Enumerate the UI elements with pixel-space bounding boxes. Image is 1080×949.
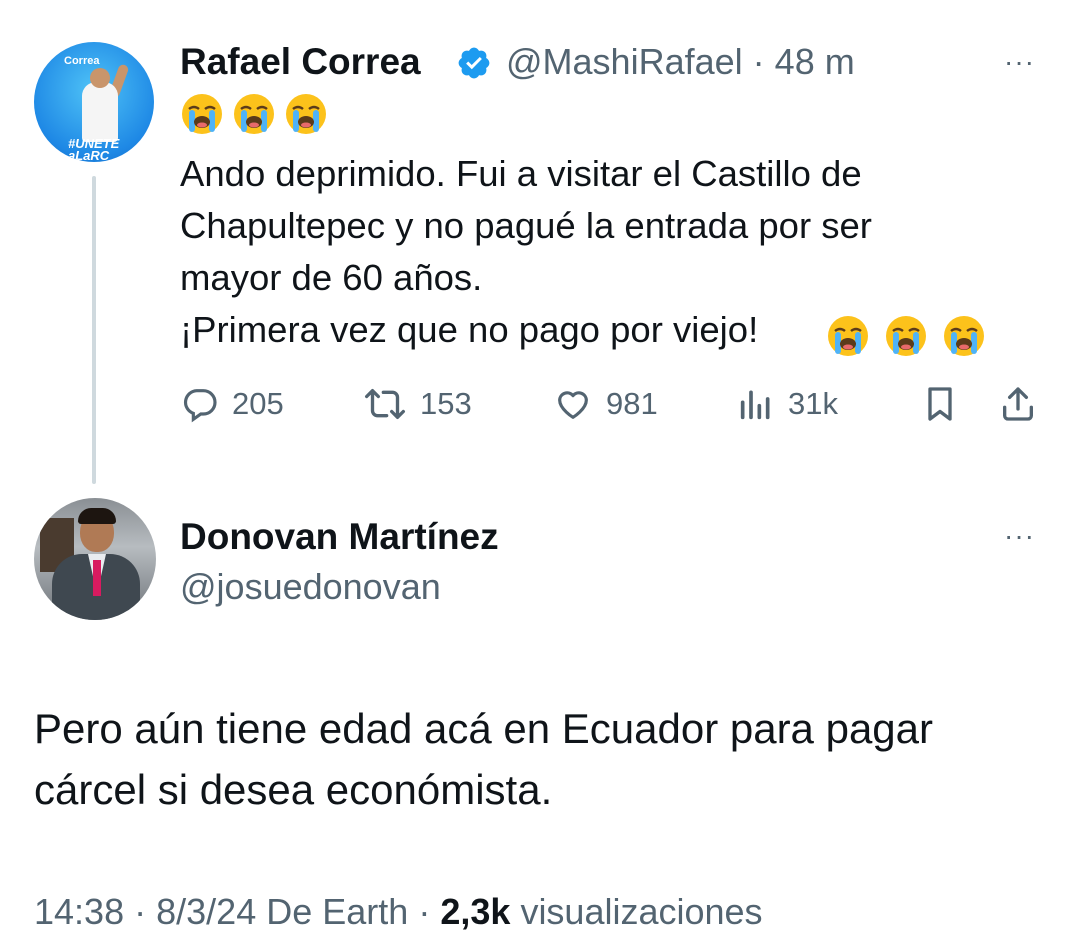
tweet-handle[interactable]: @MashiRafael <box>506 41 743 82</box>
repost-count: 153 <box>420 386 472 421</box>
reply-handle[interactable]: @josuedonovan <box>180 565 441 609</box>
bookmark-icon[interactable] <box>920 384 960 424</box>
reply-more-options-icon[interactable]: ··· <box>1004 522 1035 550</box>
reply-count: 205 <box>232 386 284 421</box>
handle-time-separator: · <box>752 41 765 82</box>
avatar-hashtag-text: #UNETE aLaRC <box>68 136 120 162</box>
repost-button[interactable]: 153 <box>362 380 472 428</box>
tweet-handle-time[interactable]: @MashiRafael · 48 m <box>506 40 855 84</box>
reply-views-label[interactable]: visualizaciones <box>520 891 762 932</box>
loudly-crying-face-icon <box>828 316 868 356</box>
views-button[interactable]: 31k <box>736 380 838 428</box>
views-icon <box>740 390 770 420</box>
share-icon[interactable] <box>998 384 1038 424</box>
loudly-crying-face-icon <box>286 94 326 134</box>
views-count: 31k <box>788 386 838 421</box>
like-count: 981 <box>606 386 658 421</box>
tweet-more-options-icon[interactable]: ··· <box>1004 48 1035 76</box>
reply-body-text: Pero aún tiene edad acá en Ecuador para … <box>34 705 934 813</box>
reply-time[interactable]: 14:38 <box>34 891 124 932</box>
like-button[interactable]: 981 <box>552 380 658 428</box>
tweet-action-bar: 205 153 981 31k <box>180 380 1050 428</box>
tweet-timestamp[interactable]: 48 m <box>775 41 855 82</box>
verified-badge-icon <box>458 47 490 79</box>
meta-separator: · <box>418 891 431 932</box>
like-icon <box>558 391 588 419</box>
tweet-author-name[interactable]: Rafael Correa <box>180 40 421 84</box>
loudly-crying-face-icon <box>944 316 984 356</box>
reply-views-count[interactable]: 2,3k <box>440 891 510 932</box>
avatar-logo-text: Correa <box>64 55 100 67</box>
reply-date[interactable]: 8/3/24 <box>156 891 256 932</box>
loudly-crying-face-icon <box>234 94 274 134</box>
repost-icon <box>364 389 405 419</box>
reply-metadata: 14:38 · 8/3/24 De Earth · 2,3k visualiza… <box>34 890 763 934</box>
meta-separator: · <box>134 891 147 932</box>
reply-source: De Earth <box>266 891 409 932</box>
reply-icon <box>183 389 217 423</box>
lead-emoji-row <box>180 92 328 136</box>
reply-button[interactable]: 205 <box>180 380 284 428</box>
rafael-correa-avatar[interactable]: Correa #UNETE aLaRC <box>34 42 154 162</box>
reply-author-name[interactable]: Donovan Martínez <box>180 515 499 559</box>
loudly-crying-face-icon <box>182 94 222 134</box>
loudly-crying-face-icon <box>886 316 926 356</box>
thread-connector-line <box>92 176 96 484</box>
donovan-martinez-avatar[interactable] <box>34 498 156 620</box>
